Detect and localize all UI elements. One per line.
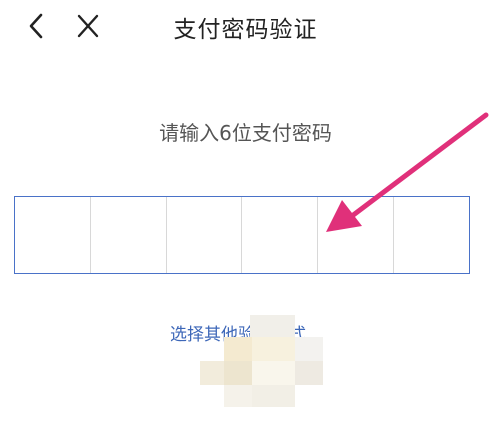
pin-cell[interactable] xyxy=(394,197,469,273)
pin-cell[interactable] xyxy=(15,197,91,273)
pin-cell[interactable] xyxy=(91,197,167,273)
pin-cell[interactable] xyxy=(242,197,319,273)
payment-password-page: 支付密码验证 请输入6位支付密码 选择其他验证方式 xyxy=(0,0,491,427)
pin-input[interactable] xyxy=(14,196,470,274)
pin-cell[interactable] xyxy=(318,197,395,273)
password-prompt: 请输入6位支付密码 xyxy=(159,121,332,145)
nav-bar: 支付密码验证 xyxy=(0,0,491,52)
page-title: 支付密码验证 xyxy=(173,17,318,43)
pin-cell[interactable] xyxy=(167,197,243,273)
pixelated-redaction xyxy=(200,315,325,410)
